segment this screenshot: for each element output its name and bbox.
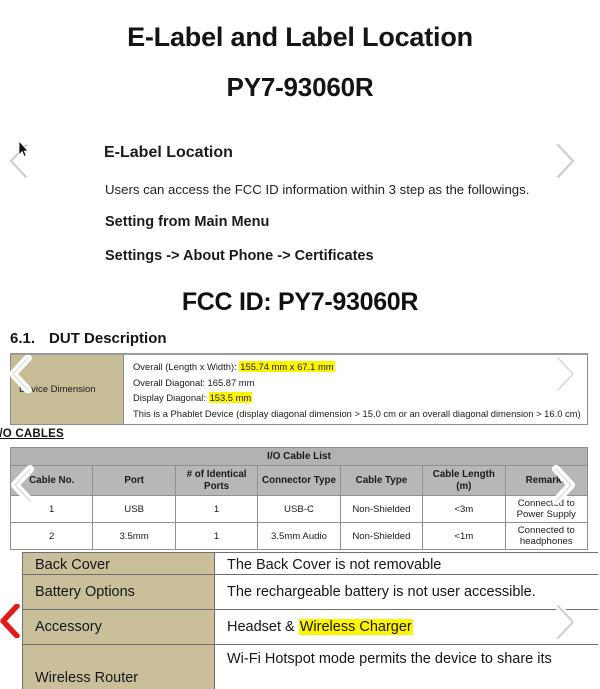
- next-section-chevron-icon[interactable]: [552, 355, 578, 393]
- spec-value-accessory: Headset & Wireless Charger: [214, 609, 598, 645]
- spec-value-back-cover: The Back Cover is not removable: [214, 552, 598, 575]
- io-cell-identical-ports: 1: [174, 495, 259, 523]
- highlight-overall-dimensions: 155.74 mm x 67.1 mm: [239, 361, 335, 372]
- table-row: 1 USB 1 USB-C Non-Shielded <3m Connected…: [9, 495, 589, 523]
- io-cell-identical-ports: 1: [174, 522, 259, 550]
- spec-key-back-cover: Back Cover: [22, 552, 215, 575]
- io-cell-connector-type: USB-C: [257, 495, 341, 523]
- dut-line-display-diagonal: Display Diagonal: 153.5 mm: [133, 392, 253, 403]
- io-cable-list-table: I/O Cable List Cable No. Port # of Ident…: [9, 447, 589, 550]
- io-cell-cable-type: Non-Shielded: [339, 522, 424, 550]
- dut-section-number: 6.1.: [10, 330, 36, 347]
- spec-value-battery-options: The rechargeable battery is not user acc…: [214, 574, 598, 610]
- spec-key-accessory: Accessory: [22, 609, 215, 645]
- setting-from-main-menu-heading: Setting from Main Menu: [105, 214, 270, 230]
- io-cell-port: USB: [92, 495, 176, 523]
- io-cables-section-label: I/O CABLES: [0, 428, 64, 440]
- io-col-connector-type: Connector Type: [257, 465, 341, 496]
- next-row-chevron-icon[interactable]: [552, 603, 578, 641]
- io-col-port: Port: [92, 465, 176, 496]
- dut-line-overall: Overall (Length x Width): 155.74 mm x 67…: [133, 361, 335, 372]
- elabel-location-heading: E-Label Location: [104, 144, 233, 161]
- io-col-cable-type: Cable Type: [339, 465, 424, 496]
- table-row: Battery Options The rechargeable battery…: [22, 574, 598, 610]
- spec-value-wireless-router: Wi-Fi Hotspot mode permits the device to…: [214, 644, 598, 689]
- dut-line-overall-diagonal: Overall Diagonal: 165.87 mm: [133, 376, 255, 388]
- spec-key-wireless-router: Wireless Router: [22, 644, 215, 689]
- io-cell-cable-no: 2: [9, 522, 94, 550]
- back-arrow-icon[interactable]: [0, 603, 24, 643]
- dut-description-heading: 6.1. DUT Description: [10, 330, 167, 347]
- device-spec-table: Back Cover The Back Cover is not removab…: [22, 552, 598, 689]
- page-subtitle: PY7-93060R: [226, 72, 374, 102]
- io-cell-remarks: Connected to headphones: [504, 522, 589, 550]
- io-cell-cable-type: Non-Shielded: [339, 495, 424, 523]
- device-spec-table-viewport: Back Cover The Back Cover is not removab…: [0, 552, 600, 689]
- prev-section-chevron-icon[interactable]: [8, 355, 34, 393]
- fcc-id-display: FCC ID: PY7-93060R: [181, 288, 419, 316]
- page-title: E-Label and Label Location: [127, 22, 473, 52]
- elabel-description: Users can access the FCC ID information …: [105, 182, 530, 197]
- table-row: Accessory Headset & Wireless Charger: [22, 609, 598, 645]
- io-col-identical-ports: # of Identical Ports: [174, 465, 259, 496]
- table-row: Wireless Router Wi-Fi Hotspot mode permi…: [22, 644, 598, 689]
- spec-key-battery-options: Battery Options: [22, 574, 215, 610]
- device-dimension-table: Device Dimension Overall (Length x Width…: [10, 353, 588, 425]
- io-cell-port: 3.5mm: [92, 522, 176, 550]
- mouse-cursor: [18, 139, 29, 157]
- next-page-chevron-icon[interactable]: [552, 142, 578, 180]
- prev-table-chevron-icon[interactable]: [10, 465, 36, 505]
- highlight-wireless-charger: Wireless Charger: [298, 619, 413, 635]
- device-dimension-value-cell: Overall (Length x Width): 155.74 mm x 67…: [124, 355, 587, 424]
- highlight-display-diagonal: 153.5 mm: [208, 392, 253, 403]
- io-cell-connector-type: 3.5mm Audio: [257, 522, 341, 550]
- dut-section-title: DUT Description: [49, 330, 167, 347]
- table-row: 2 3.5mm 1 3.5mm Audio Non-Shielded <1m C…: [9, 522, 589, 550]
- io-table-title: I/O Cable List: [10, 447, 588, 466]
- table-row: Back Cover The Back Cover is not removab…: [22, 552, 598, 575]
- io-col-cable-length: Cable Length (m): [422, 465, 506, 496]
- io-cell-cable-length: <3m: [422, 495, 506, 523]
- dut-line-phablet-note: This is a Phablet Device (display diagon…: [133, 407, 581, 419]
- io-cell-cable-length: <1m: [422, 522, 506, 550]
- io-table-title-row: I/O Cable List: [10, 447, 588, 466]
- io-table-header-row: Cable No. Port # of Identical Ports Conn…: [9, 465, 589, 496]
- settings-navigation-path: Settings -> About Phone -> Certificates: [105, 248, 374, 264]
- next-table-chevron-icon[interactable]: [550, 465, 576, 505]
